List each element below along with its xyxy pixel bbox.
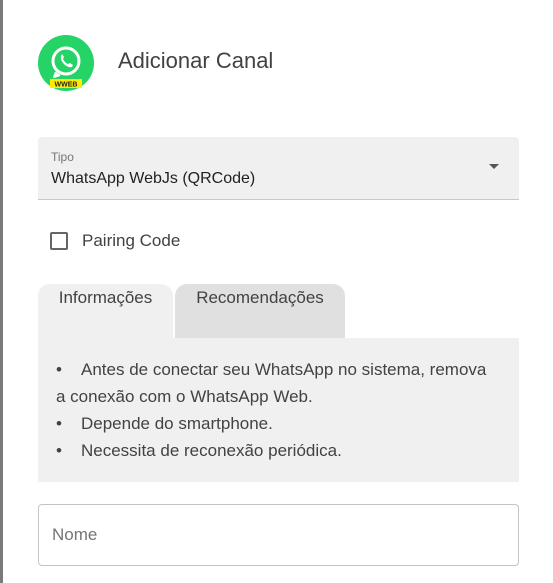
add-channel-dialog: WWEB Adicionar Canal Tipo WhatsApp WebJs… [3,0,553,583]
info-list: • Antes de conectar seu WhatsApp no siste… [56,356,496,464]
logo-badge-text: WWEB [55,82,78,89]
info-item-text: Antes de conectar seu WhatsApp no sistem… [56,360,487,406]
list-item: • Necessita de reconexão periódica. [56,437,496,464]
bullet: • [56,441,62,460]
list-item: • Depende do smartphone. [56,410,496,437]
dialog-title: Adicionar Canal [118,48,274,73]
info-tab-panel: • Antes de conectar seu WhatsApp no siste… [38,338,519,482]
bullet: • [56,360,62,379]
dropdown-arrow-icon[interactable] [489,164,499,169]
pairing-code-checkbox[interactable]: Pairing Code [49,229,180,253]
name-input[interactable] [38,504,519,566]
info-item-text: Necessita de reconexão periódica. [81,441,342,460]
list-item: • Antes de conectar seu WhatsApp no siste… [56,356,496,410]
type-select-value: WhatsApp WebJs (QRCode) [51,170,256,187]
whatsapp-web-logo-icon: WWEB [38,35,94,91]
type-select[interactable]: Tipo WhatsApp WebJs (QRCode) [38,137,519,200]
info-item-text: Depende do smartphone. [81,414,273,433]
bullet: • [56,414,62,433]
pairing-code-label[interactable]: Pairing Code [82,231,180,251]
type-select-label: Tipo [51,150,74,164]
tab-informacoes[interactable]: Informações [38,284,173,338]
tab-recomendacoes[interactable]: Recomendações [175,284,345,338]
checkbox-icon[interactable] [50,232,68,250]
